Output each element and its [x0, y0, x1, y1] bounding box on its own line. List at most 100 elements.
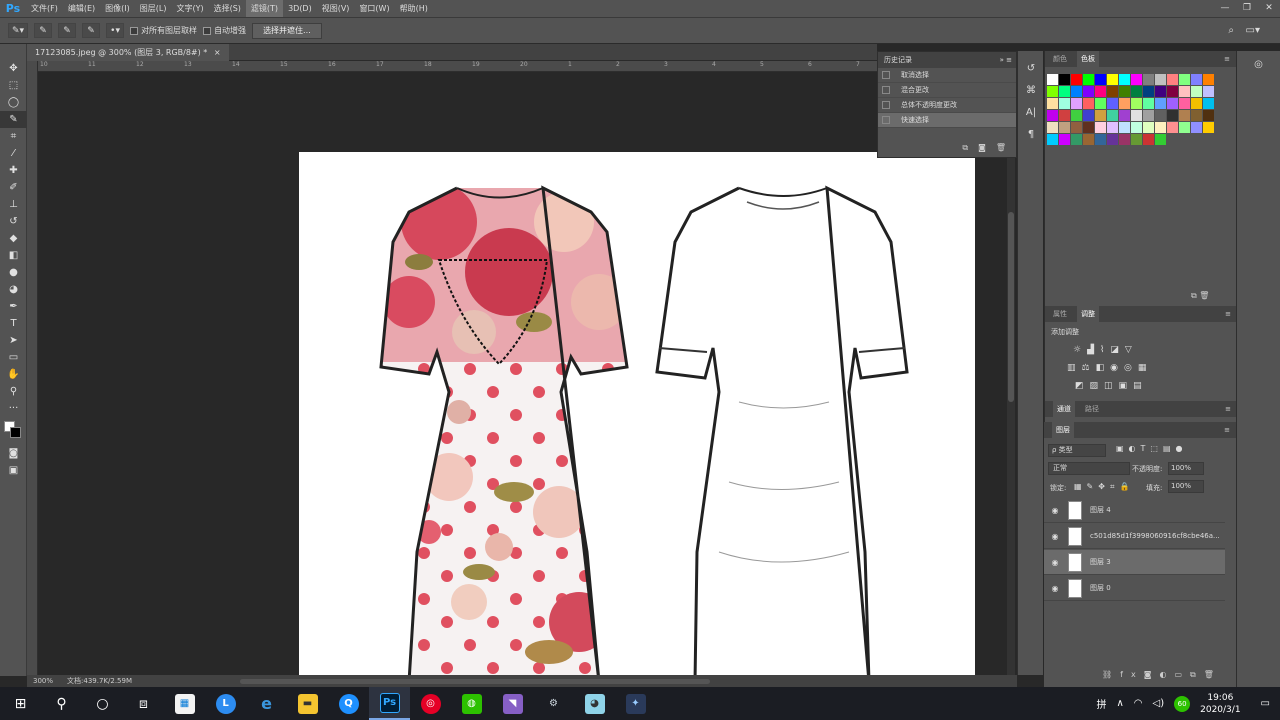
canvas-area[interactable] [38, 72, 1015, 675]
gradient-map-icon[interactable]: ▤ [1133, 381, 1142, 391]
curves-icon[interactable]: ⌇ [1100, 345, 1104, 355]
color-swatch[interactable] [1167, 74, 1178, 85]
color-swatch[interactable] [1071, 74, 1082, 85]
color-swatch[interactable] [1191, 74, 1202, 85]
visibility-eye-icon[interactable]: ◉ [1044, 558, 1066, 567]
type-tool-icon[interactable]: T [0, 315, 27, 332]
color-swatch[interactable] [1083, 98, 1094, 109]
libraries-icon[interactable]: ◎ [1249, 59, 1269, 70]
history-state-checkbox[interactable] [882, 101, 890, 109]
anime-app-icon[interactable]: ◕ [574, 687, 615, 720]
color-swatch[interactable] [1095, 74, 1106, 85]
color-swatch[interactable] [1095, 86, 1106, 97]
vertical-scroll-thumb[interactable] [1008, 212, 1014, 402]
close-tab-icon[interactable]: × [214, 48, 221, 57]
color-swatch[interactable] [1143, 86, 1154, 97]
color-swatch[interactable] [1119, 122, 1130, 133]
path-selection-icon[interactable]: ➤ [0, 332, 27, 349]
color-swatch[interactable] [1131, 134, 1142, 145]
panel-menu-icon[interactable]: ≡ [1224, 426, 1230, 434]
eraser-tool-icon[interactable]: ◆ [0, 230, 27, 247]
game-app-icon[interactable]: ✦ [615, 687, 656, 720]
color-swatch[interactable] [1083, 134, 1094, 145]
select-and-mask-button[interactable]: 选择并遮住... [252, 22, 322, 39]
workspace-icon[interactable]: ▭▾ [1246, 25, 1260, 36]
color-swatch[interactable] [1047, 110, 1058, 121]
panel-menu-icon[interactable]: ≡ [1225, 310, 1231, 318]
qq-browser-2-icon[interactable]: Q [328, 687, 369, 720]
color-swatch[interactable] [1143, 98, 1154, 109]
document-size[interactable]: 文档:439.7K/2.59M [67, 676, 132, 686]
brightness-icon[interactable]: ☼ [1073, 345, 1081, 355]
color-swatch[interactable] [1119, 74, 1130, 85]
color-swatch[interactable] [1167, 122, 1178, 133]
color-swatch[interactable] [1179, 122, 1190, 133]
search-icon[interactable]: ⌕ [1228, 25, 1234, 36]
tab-swatches[interactable]: 色板 [1077, 51, 1099, 67]
eyedropper-tool-icon[interactable]: ⁄ [0, 145, 27, 162]
store-icon[interactable]: ▦ [164, 687, 205, 720]
menu-file[interactable]: 文件(F) [26, 0, 63, 17]
brush-size-picker[interactable]: •▾ [106, 23, 125, 38]
blur-tool-icon[interactable]: ● [0, 264, 27, 281]
start-icon[interactable]: ⊞ [0, 687, 41, 720]
color-swatch[interactable] [1203, 122, 1214, 133]
color-swatch[interactable] [1143, 134, 1154, 145]
tool-preset-picker[interactable]: ✎▾ [8, 23, 29, 38]
rectangle-tool-icon[interactable]: ▭ [0, 349, 27, 366]
horizontal-scroll-thumb[interactable] [240, 679, 710, 684]
task-view-icon[interactable]: ⧈ [123, 687, 164, 720]
character-panel-icon[interactable]: A| [1018, 101, 1044, 123]
color-swatch[interactable] [1143, 74, 1154, 85]
color-swatch[interactable] [1059, 134, 1070, 145]
quick-selection-tool-icon[interactable]: ✎ [0, 111, 27, 128]
color-swatch[interactable] [1083, 86, 1094, 97]
color-swatch[interactable] [1071, 134, 1082, 145]
search-icon[interactable]: ⚲ [41, 687, 82, 720]
color-swatch[interactable] [1071, 98, 1082, 109]
color-swatch[interactable] [1071, 110, 1082, 121]
color-swatch[interactable] [1059, 110, 1070, 121]
color-swatch[interactable] [1131, 122, 1142, 133]
color-swatch[interactable] [1131, 110, 1142, 121]
menu-type[interactable]: 文字(Y) [171, 0, 208, 17]
more-tools-icon[interactable]: ··· [0, 400, 27, 417]
volume-icon[interactable]: ◁) [1153, 698, 1165, 709]
new-swatch-icon[interactable]: ⧉ 🗑 [1191, 291, 1209, 301]
color-swatch[interactable] [1191, 122, 1202, 133]
color-swatch[interactable] [1059, 98, 1070, 109]
panel-menu-icon[interactable]: ≡ [1224, 55, 1230, 63]
color-swatch[interactable] [1119, 110, 1130, 121]
tab-color[interactable]: 颜色 [1053, 54, 1067, 64]
color-swatch[interactable] [1059, 74, 1070, 85]
color-swatch[interactable] [1191, 110, 1202, 121]
bw-icon[interactable]: ◧ [1096, 363, 1105, 373]
visibility-eye-icon[interactable]: ◉ [1044, 506, 1066, 515]
menu-select[interactable]: 选择(S) [209, 0, 246, 17]
color-swatch[interactable] [1083, 110, 1094, 121]
color-swatch[interactable] [1107, 134, 1118, 145]
cortana-icon[interactable]: ○ [82, 687, 123, 720]
history-item[interactable]: 总体不透明度更改 [878, 98, 1016, 113]
healing-brush-icon[interactable]: ✚ [0, 162, 27, 179]
explorer-icon[interactable]: ▬ [287, 687, 328, 720]
hue-sat-icon[interactable]: ▥ [1067, 363, 1076, 373]
color-swatch[interactable] [1179, 86, 1190, 97]
layers-footer-icons[interactable]: ⛓fx◙◐▭⧉🗑 [1102, 670, 1222, 680]
history-state-checkbox[interactable] [882, 116, 890, 124]
color-swatch[interactable] [1203, 98, 1214, 109]
color-swatch[interactable] [1155, 122, 1166, 133]
threshold-icon[interactable]: ◫ [1104, 381, 1113, 391]
horizontal-scrollbar[interactable] [200, 677, 1000, 685]
clock[interactable]: 19:06 2020/3/1 [1200, 692, 1240, 716]
color-swatch[interactable] [1179, 74, 1190, 85]
color-swatch[interactable] [1143, 122, 1154, 133]
new-selection-icon[interactable]: ✎ [34, 23, 53, 38]
color-swatch[interactable] [1203, 110, 1214, 121]
color-swatch[interactable] [1083, 74, 1094, 85]
layer-row[interactable]: ◉ 图层 4 [1044, 498, 1225, 523]
security-app-icon[interactable]: 60 [1174, 695, 1191, 712]
quick-mask-icon[interactable]: ◙ [0, 445, 27, 462]
color-swatch[interactable] [1155, 86, 1166, 97]
background-color[interactable] [10, 427, 21, 438]
